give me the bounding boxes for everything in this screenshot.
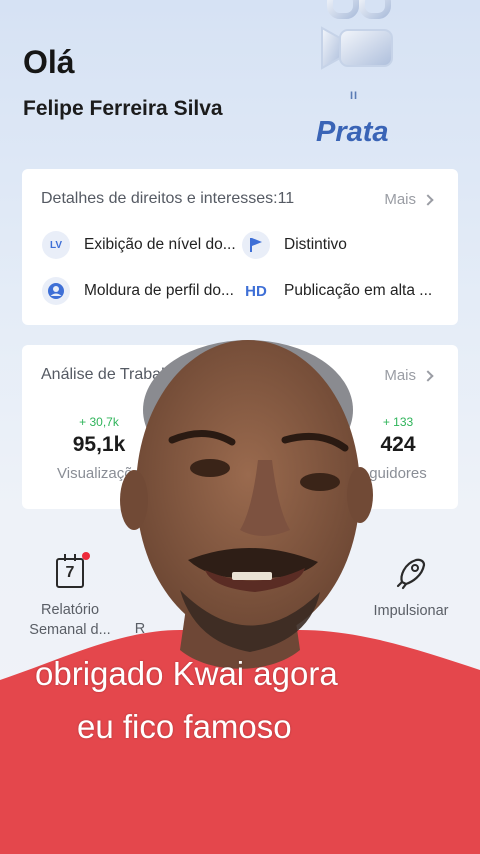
flag-icon	[242, 231, 270, 259]
rights-card-title: Detalhes de direitos e interesses:11	[41, 190, 295, 207]
perk-level-display[interactable]: LV Exibição de nível do...	[42, 231, 242, 259]
rights-more-label: Mais	[384, 191, 416, 208]
perk-badge[interactable]: Distintivo	[242, 231, 442, 259]
chevron-right-icon	[422, 193, 434, 206]
perk-label: Publicação em alta ...	[284, 282, 433, 299]
rights-card: Detalhes de direitos e interesses:11 Mai…	[22, 169, 458, 325]
selfie-person-image	[0, 340, 480, 854]
level-roman: II	[350, 90, 359, 102]
perk-label: Exibição de nível do...	[84, 236, 236, 253]
rights-more-button[interactable]: Mais	[384, 191, 434, 208]
username: Felipe Ferreira Silva	[23, 97, 223, 120]
caption-line-1: obrigado Kwai agora	[35, 655, 338, 692]
profile-frame-icon	[42, 277, 70, 305]
lv-badge-icon: LV	[42, 231, 70, 259]
perk-label: Moldura de perfil do...	[84, 282, 234, 299]
greeting: Olá	[23, 44, 75, 80]
hd-icon: HD	[245, 282, 267, 300]
caption-line-2: eu fico famoso	[77, 708, 292, 745]
perk-hd-publish[interactable]: HD Publicação em alta ...	[242, 277, 442, 305]
level-badge-icon	[321, 0, 393, 70]
perk-label: Distintivo	[284, 236, 347, 253]
perk-profile-frame[interactable]: Moldura de perfil do...	[42, 277, 242, 305]
level-name: Prata	[316, 116, 389, 148]
